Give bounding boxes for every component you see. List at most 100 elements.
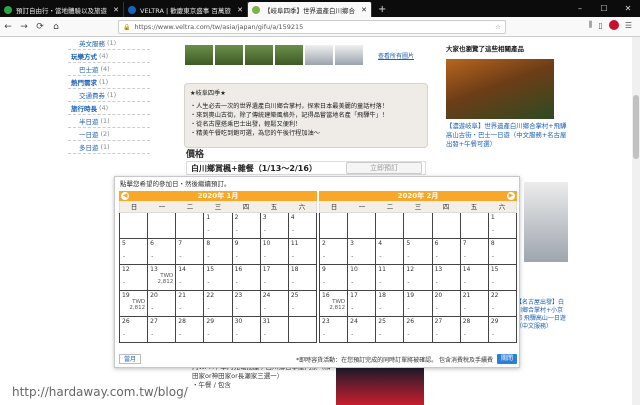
calendar-day-cell[interactable]: 8- xyxy=(204,239,233,265)
calendar-day-cell[interactable]: 25 - xyxy=(288,291,317,317)
next-month-icon[interactable]: ▶ xyxy=(507,192,515,200)
sidebar-item-popular[interactable]: 熱門需求 (1) xyxy=(68,76,150,89)
home-button[interactable]: ⌂ xyxy=(48,22,64,32)
calendar-day-cell[interactable]: 14 - xyxy=(460,265,489,291)
calendar-day-cell[interactable]: 28 - xyxy=(460,317,489,343)
calendar-day-cell[interactable]: 24 - xyxy=(260,291,289,317)
calendar-day-cell[interactable]: 22 - xyxy=(488,291,517,317)
prev-month-icon[interactable]: ◀ xyxy=(121,192,129,200)
page-scrollbar[interactable] xyxy=(632,37,640,405)
calendar-day-cell[interactable]: 8- xyxy=(488,239,517,265)
calendar-day-cell[interactable]: 20 - xyxy=(432,291,461,317)
calendar-day-cell[interactable]: 16 - xyxy=(232,265,261,291)
calendar-day-cell[interactable]: 19 - xyxy=(404,291,433,317)
url-text[interactable]: https://www.veltra.com/tw/asia/japan/gif… xyxy=(134,23,495,31)
bookmark-star-icon[interactable]: ☆ xyxy=(495,23,501,31)
calendar-day-cell[interactable]: 2- xyxy=(320,239,349,265)
calendar-day-cell[interactable]: 29 - xyxy=(488,317,517,343)
extension-icon[interactable] xyxy=(608,20,619,30)
calendar-day-cell[interactable]: 14 - xyxy=(176,265,205,291)
minimize-button[interactable]: – xyxy=(568,0,592,17)
calendar-day-cell[interactable]: 19 TWD 2,812 xyxy=(120,291,149,317)
sidebar-item-multi-day[interactable]: 多日遊 (1) xyxy=(68,141,150,154)
calendar-day-cell[interactable]: 5- xyxy=(120,239,149,265)
related-product-image[interactable] xyxy=(524,182,568,262)
forward-button[interactable]: → xyxy=(16,22,32,32)
calendar-day-cell[interactable]: 26 - xyxy=(404,317,433,343)
calendar-day-cell[interactable]: 9- xyxy=(320,265,349,291)
sidebar-item-one-day[interactable]: 一日遊 (2) xyxy=(68,128,150,141)
new-tab-button[interactable]: + xyxy=(378,2,386,17)
related-product-link[interactable]: 【濃遊岐阜】世界遺產白川鄉合掌村+飛驒高山古街・巴士一日遊（中文服務+名古屋出發… xyxy=(446,122,570,149)
sidebar-toggle-icon[interactable]: ▯ xyxy=(598,21,602,30)
calendar-day-cell[interactable]: 12 - xyxy=(120,265,149,291)
reload-button[interactable]: ⟳ xyxy=(32,22,48,32)
calendar-day-cell[interactable]: 4- xyxy=(288,213,317,239)
calendar-day-cell[interactable]: 1- xyxy=(488,213,517,239)
library-icon[interactable]: ⫼ xyxy=(589,20,593,30)
close-button[interactable]: 關閉 xyxy=(497,354,517,364)
calendar-day-cell[interactable]: 23 - xyxy=(232,291,261,317)
close-tab-icon[interactable]: ✕ xyxy=(237,6,243,14)
calendar-day-cell[interactable]: 4- xyxy=(376,239,405,265)
gallery-thumbnail[interactable] xyxy=(335,45,363,65)
calendar-day-cell[interactable]: 18 - xyxy=(288,265,317,291)
calendar-day-cell[interactable]: 3- xyxy=(260,213,289,239)
calendar-day-cell[interactable]: 20 - xyxy=(148,291,177,317)
calendar-day-cell[interactable]: 1- xyxy=(204,213,233,239)
gallery-thumbnail[interactable] xyxy=(185,45,213,65)
calendar-day-cell[interactable]: 10 - xyxy=(260,239,289,265)
close-tab-icon[interactable]: ✕ xyxy=(361,6,367,14)
close-window-button[interactable]: ✕ xyxy=(616,0,640,17)
related-product-link[interactable]: 【名古屋出發】白川鄉合掌村+小京都 飛驒高山一日遊（中文服務） xyxy=(516,299,566,331)
sidebar-item-english[interactable]: 英文服務 (1) xyxy=(68,37,150,50)
sidebar-item-playstyle[interactable]: 玩樂方式 (4) xyxy=(68,50,150,63)
maximize-button[interactable]: ☐ xyxy=(592,0,616,17)
menu-button[interactable]: ☰ xyxy=(625,21,632,30)
calendar-day-cell[interactable]: 11 - xyxy=(288,239,317,265)
calendar-day-cell[interactable]: 24 - xyxy=(348,317,377,343)
browser-tab-2[interactable]: VELTRA | 歡慶東京盛事 百萬旅 ✕ xyxy=(124,2,248,17)
calendar-day-cell[interactable]: 7- xyxy=(176,239,205,265)
sidebar-item-transport-pass[interactable]: 交通費券 (1) xyxy=(68,89,150,102)
calendar-day-cell[interactable]: 17 - xyxy=(260,265,289,291)
calendar-day-cell[interactable]: 28 - xyxy=(176,317,205,343)
back-button[interactable]: ← xyxy=(0,22,16,32)
calendar-day-cell[interactable]: 15 - xyxy=(204,265,233,291)
browser-tab-1[interactable]: 預訂自由行・當地體驗以及旅遊 ✕ xyxy=(0,2,124,17)
calendar-day-cell[interactable]: 12 - xyxy=(404,265,433,291)
gallery-thumbnail[interactable] xyxy=(215,45,243,65)
sidebar-item-half-day[interactable]: 半日遊 (1) xyxy=(68,115,150,128)
calendar-day-cell[interactable]: 27 - xyxy=(432,317,461,343)
calendar-day-cell[interactable]: 13 - xyxy=(432,265,461,291)
calendar-day-cell[interactable]: 26 - xyxy=(120,317,149,343)
calendar-day-cell[interactable]: 13 TWD 2,812 xyxy=(148,265,177,291)
browser-tab-3[interactable]: 【岐阜四季】世界遺產白川鄉合 ✕ xyxy=(248,2,372,17)
calendar-day-cell[interactable]: 22 - xyxy=(204,291,233,317)
calendar-day-cell[interactable]: 27 - xyxy=(148,317,177,343)
calendar-day-cell[interactable]: 18 - xyxy=(376,291,405,317)
book-now-button[interactable]: 立即預訂 xyxy=(346,162,422,174)
calendar-day-cell[interactable]: 15 - xyxy=(488,265,517,291)
calendar-day-cell[interactable]: 29 - xyxy=(204,317,233,343)
calendar-day-cell[interactable]: 17 - xyxy=(348,291,377,317)
calendar-day-cell[interactable]: 21 - xyxy=(176,291,205,317)
sidebar-item-duration[interactable]: 旅行時長 (4) xyxy=(68,102,150,115)
calendar-day-cell[interactable]: 31 - xyxy=(260,317,289,343)
close-tab-icon[interactable]: ✕ xyxy=(113,6,119,14)
calendar-day-cell[interactable]: 25 - xyxy=(376,317,405,343)
calendar-day-cell[interactable]: 3- xyxy=(348,239,377,265)
current-month-button[interactable]: 當月 xyxy=(119,354,141,364)
calendar-day-cell[interactable]: 10 - xyxy=(348,265,377,291)
gallery-thumbnail[interactable] xyxy=(305,45,333,65)
calendar-day-cell[interactable]: 11 - xyxy=(376,265,405,291)
gallery-thumbnail[interactable] xyxy=(245,45,273,65)
calendar-day-cell[interactable]: 6- xyxy=(148,239,177,265)
calendar-day-cell[interactable]: 21 - xyxy=(460,291,489,317)
calendar-day-cell[interactable]: 23 - xyxy=(320,317,349,343)
calendar-day-cell[interactable]: 16 TWD 2,812 xyxy=(320,291,349,317)
calendar-day-cell[interactable]: 7- xyxy=(460,239,489,265)
calendar-day-cell[interactable]: 6- xyxy=(432,239,461,265)
calendar-day-cell[interactable]: 30 - xyxy=(232,317,261,343)
calendar-day-cell[interactable]: 2- xyxy=(232,213,261,239)
